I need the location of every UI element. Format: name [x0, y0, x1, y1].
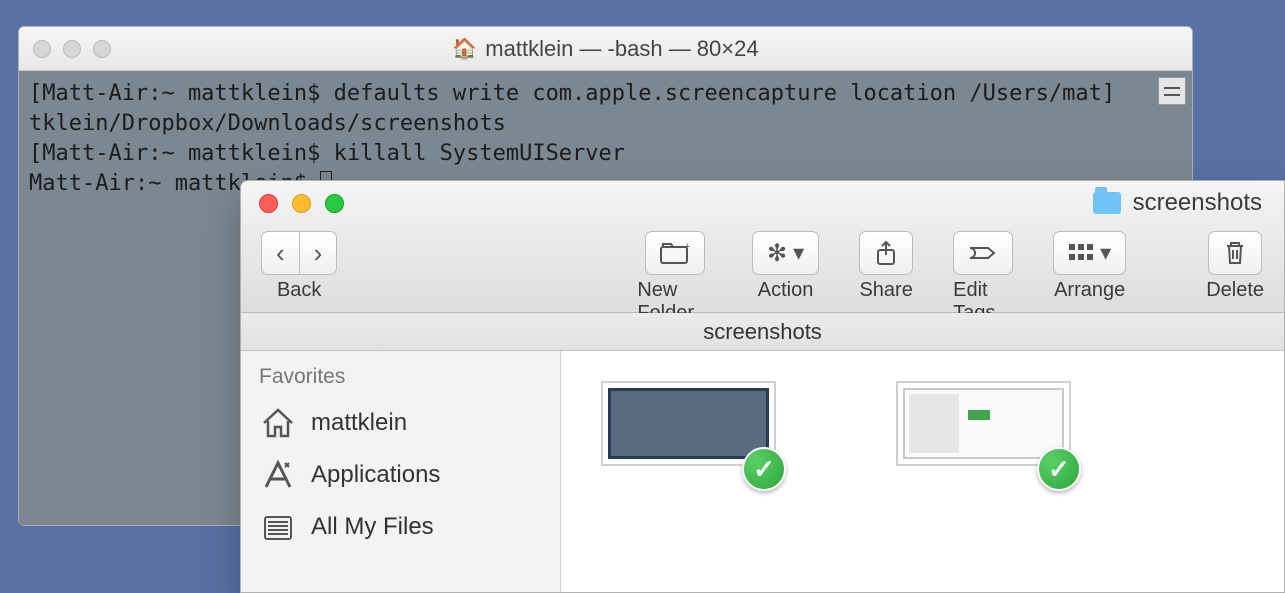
finder-toolbar: ‹ › Back + New Folder ✻ ▾ Action Share	[241, 225, 1284, 313]
finder-content[interactable]: ✓ ✓	[561, 351, 1284, 592]
close-dot[interactable]	[33, 40, 51, 58]
prompt-text: [Matt-Air:~ mattklein$	[29, 81, 334, 106]
sidebar-item-label: Applications	[311, 461, 440, 489]
finder-titlebar: screenshots	[241, 181, 1284, 225]
arrange-label: Arrange	[1054, 279, 1125, 302]
delete-button[interactable]	[1208, 231, 1262, 275]
command-text: defaults write com.apple.screencapture l…	[334, 81, 1115, 106]
back-button[interactable]: ‹	[261, 231, 299, 275]
chevron-right-icon: ›	[314, 238, 323, 269]
finder-title: screenshots	[1093, 189, 1262, 217]
delete-label: Delete	[1206, 279, 1264, 302]
back-label: Back	[277, 279, 321, 302]
zoom-dot[interactable]	[93, 40, 111, 58]
sidebar-header-favorites: Favorites	[253, 361, 548, 397]
sidebar-item-all-my-files[interactable]: All My Files	[253, 501, 548, 553]
chevron-down-icon: ▾	[1100, 240, 1111, 266]
arrange-button[interactable]: ▾	[1053, 231, 1126, 275]
finder-window: screenshots ‹ › Back + New Folder ✻ ▾ Ac…	[240, 180, 1285, 593]
minimize-button[interactable]	[292, 194, 311, 213]
sync-check-icon: ✓	[1037, 447, 1081, 491]
sync-check-icon: ✓	[742, 447, 786, 491]
trash-icon	[1223, 240, 1247, 266]
back-forward-group: ‹ › Back	[261, 231, 337, 302]
finder-traffic-lights	[259, 194, 344, 213]
file-thumbnail[interactable]: ✓	[601, 381, 776, 466]
action-label: Action	[758, 279, 814, 302]
terminal-title: 🏠 mattklein — -bash — 80×24	[19, 36, 1192, 62]
svg-text:+: +	[684, 242, 690, 253]
new-folder-button[interactable]: +	[645, 231, 705, 275]
pathbar-text: screenshots	[703, 319, 822, 345]
file-thumbnail[interactable]: ✓	[896, 381, 1071, 466]
action-button[interactable]: ✻ ▾	[752, 231, 819, 275]
scroll-indicator-icon[interactable]	[1158, 77, 1186, 105]
all-files-icon	[259, 509, 297, 545]
zoom-button[interactable]	[325, 194, 344, 213]
finder-title-text: screenshots	[1133, 189, 1262, 217]
chevron-down-icon: ▾	[793, 240, 804, 266]
share-button[interactable]	[859, 231, 913, 275]
terminal-traffic-lights	[33, 40, 111, 58]
terminal-title-text: mattklein — -bash — 80×24	[485, 36, 758, 62]
terminal-titlebar: 🏠 mattklein — -bash — 80×24	[19, 27, 1192, 71]
forward-button[interactable]: ›	[299, 231, 338, 275]
terminal-line: [Matt-Air:~ mattklein$ defaults write co…	[29, 79, 1182, 109]
command-wrap: tklein/Dropbox/Downloads/screenshots	[29, 111, 506, 136]
sidebar-item-applications[interactable]: Applications	[253, 449, 548, 501]
finder-pathbar: screenshots	[241, 313, 1284, 351]
home-icon: 🏠	[452, 36, 477, 61]
chevron-left-icon: ‹	[276, 238, 285, 269]
gear-icon: ✻	[767, 239, 787, 268]
terminal-line: [Matt-Air:~ mattklein$ killall SystemUIS…	[29, 139, 1182, 169]
sidebar-item-label: mattklein	[311, 409, 407, 437]
tag-icon	[968, 242, 998, 264]
sidebar-item-home[interactable]: mattklein	[253, 397, 548, 449]
new-folder-icon: +	[660, 242, 690, 264]
finder-body: Favorites mattklein Applications All My …	[241, 351, 1284, 592]
finder-sidebar: Favorites mattklein Applications All My …	[241, 351, 561, 592]
prompt-text: [Matt-Air:~ mattklein$	[29, 141, 334, 166]
share-icon	[874, 240, 898, 266]
folder-icon	[1093, 192, 1121, 214]
edit-tags-button[interactable]	[953, 231, 1013, 275]
share-label: Share	[859, 279, 912, 302]
minimize-dot[interactable]	[63, 40, 81, 58]
grid-icon	[1068, 243, 1094, 263]
command-text: killall SystemUIServer	[334, 141, 625, 166]
sidebar-item-label: All My Files	[311, 513, 434, 541]
home-icon	[259, 405, 297, 441]
close-button[interactable]	[259, 194, 278, 213]
terminal-line: tklein/Dropbox/Downloads/screenshots	[29, 109, 1182, 139]
applications-icon	[259, 457, 297, 493]
